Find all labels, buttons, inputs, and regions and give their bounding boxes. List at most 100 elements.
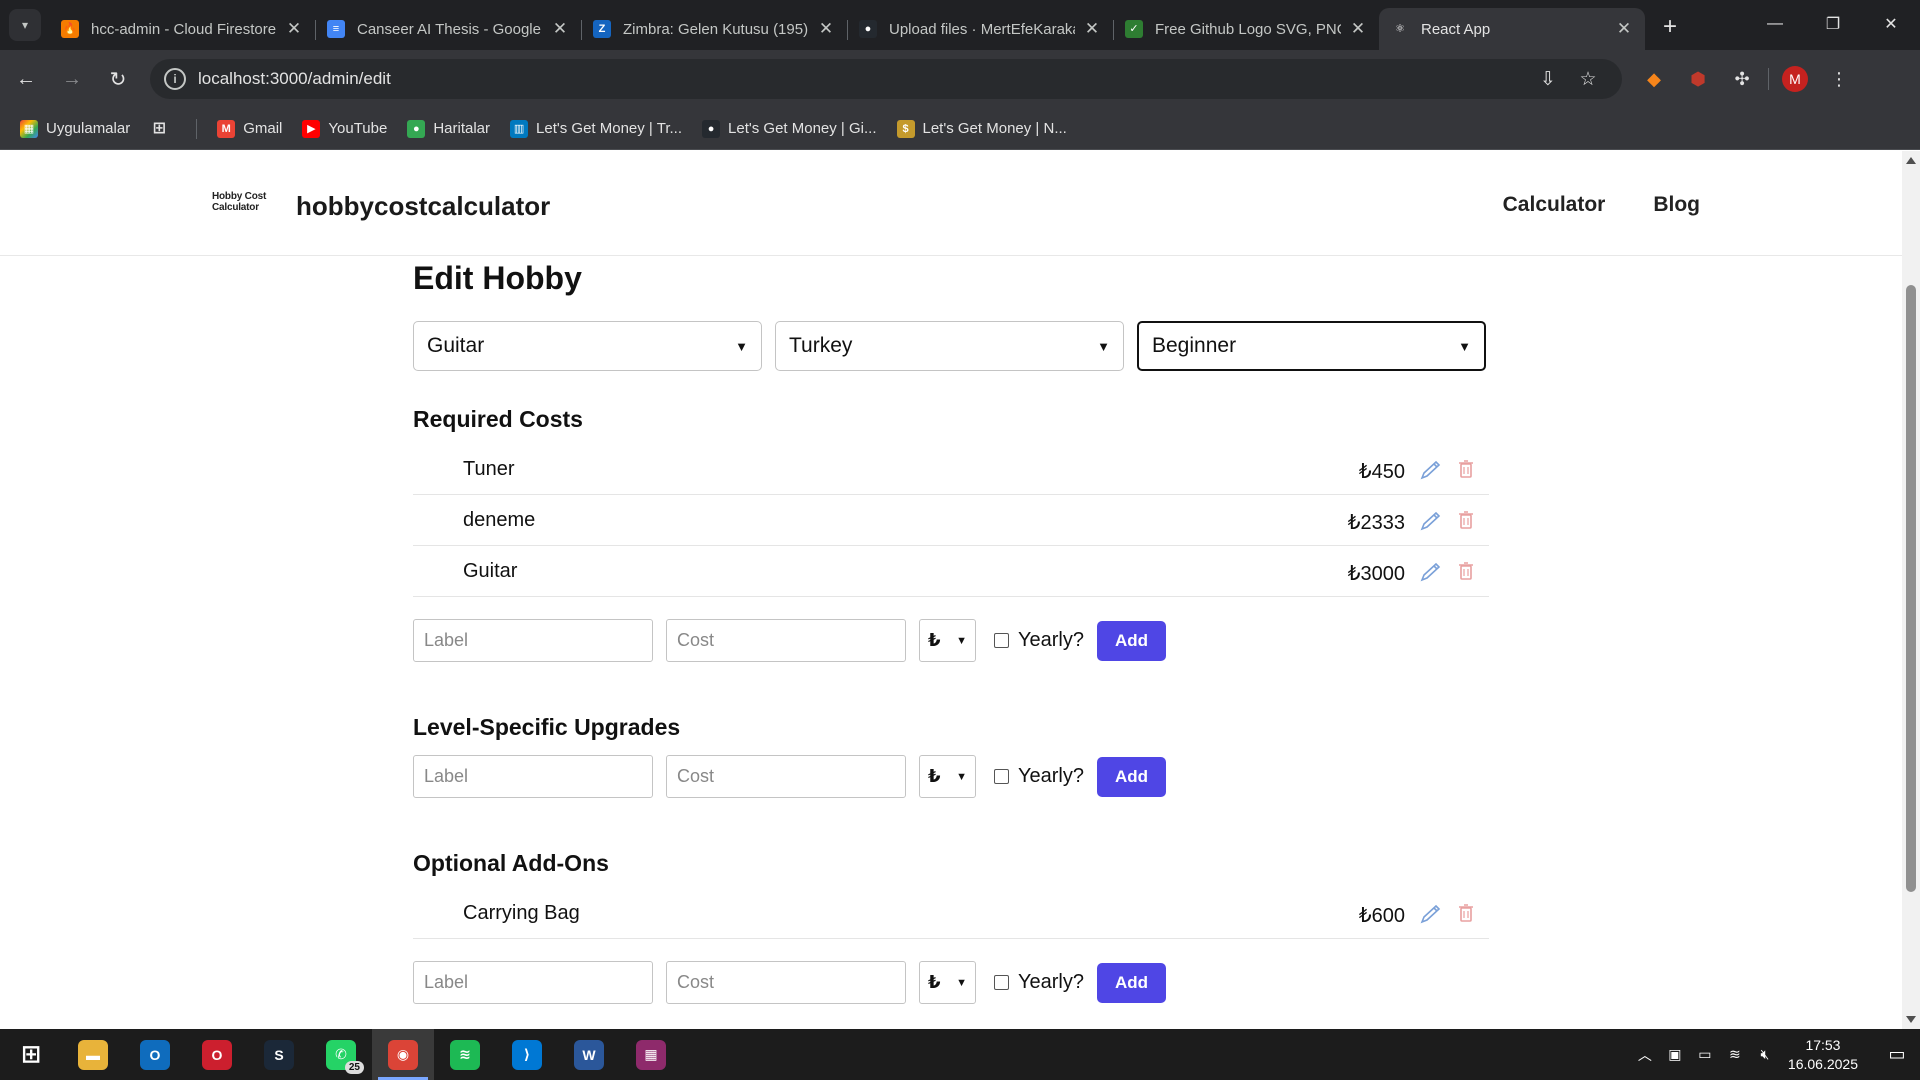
level-select[interactable]: Beginner ▼ — [1137, 321, 1486, 371]
chrome-menu-icon[interactable]: ⋮ — [1817, 59, 1861, 99]
yearly-checkbox[interactable] — [994, 975, 1009, 990]
cost-input[interactable] — [666, 619, 906, 662]
cost-input[interactable] — [666, 961, 906, 1004]
taskbar-app[interactable]: ✆ 25 — [310, 1029, 372, 1080]
address-text[interactable]: localhost:3000/admin/edit — [198, 69, 1528, 89]
edit-pencil-icon[interactable] — [1419, 561, 1443, 583]
yearly-checkbox[interactable] — [994, 633, 1009, 648]
delete-trash-icon[interactable] — [1457, 560, 1475, 582]
close-window-icon[interactable]: ✕ — [1862, 0, 1920, 48]
nav-blog[interactable]: Blog — [1653, 193, 1700, 217]
currency-select[interactable]: ₺ ▼ — [919, 619, 976, 662]
metamask-extension-icon[interactable]: ◆ — [1632, 59, 1676, 99]
close-tab-icon[interactable]: ✕ — [1349, 19, 1367, 39]
taskbar-app[interactable]: ▬ — [62, 1029, 124, 1080]
country-select[interactable]: Turkey ▼ — [775, 321, 1124, 371]
taskbar-app[interactable]: S — [248, 1029, 310, 1080]
close-tab-icon[interactable]: ✕ — [551, 19, 569, 39]
currency-select[interactable]: ₺ ▼ — [919, 961, 976, 1004]
money-bag-icon: $ — [896, 119, 915, 138]
tab-4[interactable]: ✓ Free Github Logo SVG, PNG ✕ — [1113, 8, 1379, 50]
tab-0[interactable]: 🔥 hcc-admin - Cloud Firestore ✕ — [49, 8, 315, 50]
tab-5[interactable]: ⚛ React App ✕ — [1379, 8, 1645, 50]
maximize-icon[interactable]: ❐ — [1804, 0, 1862, 48]
bookmark-item[interactable]: ▥ Let's Get Money | Tr... — [510, 119, 682, 138]
currency-select[interactable]: ₺ ▼ — [919, 755, 976, 798]
taskbar-app[interactable]: ◉ — [372, 1029, 434, 1080]
add-cost-button[interactable]: Add — [1096, 962, 1166, 1003]
back-icon[interactable]: ← — [6, 59, 46, 99]
currency-value: ₺ — [928, 766, 941, 786]
bookmark-item[interactable]: ▶ YouTube — [302, 119, 387, 138]
taskbar-apps: ⊞ ▬ O O S ✆ 25 ◉ ≋ ⟩ W ▦ — [0, 1029, 682, 1080]
site-info-icon[interactable]: i — [164, 68, 186, 90]
scroll-up-arrow-icon[interactable] — [1906, 157, 1916, 164]
add-cost-button[interactable]: Add — [1096, 620, 1166, 661]
taskbar-app[interactable]: ⟩ — [496, 1029, 558, 1080]
hobby-select[interactable]: Guitar ▼ — [413, 321, 762, 371]
site-logo[interactable]: Hobby Cost Calculator — [212, 191, 266, 213]
close-tab-icon[interactable]: ✕ — [1615, 19, 1633, 39]
bookmark-label: Let's Get Money | N... — [922, 120, 1067, 137]
tab-2[interactable]: Z Zimbra: Gelen Kutusu (195) ✕ — [581, 8, 847, 50]
taskbar-app[interactable]: ≋ — [434, 1029, 496, 1080]
bookmark-item[interactable]: ● Let's Get Money | Gi... — [702, 119, 877, 138]
bookmark-tab-groups[interactable]: ⊞ — [150, 120, 176, 138]
site-header: Hobby Cost Calculator hobbycostcalculato… — [0, 151, 1902, 256]
tray-overflow-icon[interactable]: ︿ — [1630, 1045, 1660, 1065]
bookmark-item[interactable]: $ Let's Get Money | N... — [896, 119, 1067, 138]
bookmark-apps[interactable]: ▦ Uygulamalar — [20, 119, 131, 138]
address-bar[interactable]: i localhost:3000/admin/edit ⇩ ☆ — [150, 59, 1622, 99]
edit-pencil-icon[interactable] — [1419, 459, 1443, 481]
yearly-label: Yearly? — [1018, 765, 1084, 787]
taskbar-app[interactable]: O — [186, 1029, 248, 1080]
edit-pencil-icon[interactable] — [1419, 510, 1443, 532]
bookmark-item[interactable]: M Gmail — [217, 119, 282, 138]
cost-input[interactable] — [666, 755, 906, 798]
extensions-puzzle-icon[interactable]: ✣ — [1720, 59, 1764, 99]
bookmark-label: Uygulamalar — [46, 120, 131, 137]
close-tab-icon[interactable]: ✕ — [285, 19, 303, 39]
add-cost-button[interactable]: Add — [1096, 756, 1166, 797]
minimize-icon[interactable]: — — [1746, 0, 1804, 48]
yearly-checkbox[interactable] — [994, 769, 1009, 784]
label-input[interactable] — [413, 755, 653, 798]
close-tab-icon[interactable]: ✕ — [817, 19, 835, 39]
taskbar-app[interactable]: ▦ — [620, 1029, 682, 1080]
delete-trash-icon[interactable] — [1457, 509, 1475, 531]
bookmark-item[interactable]: ● Haritalar — [407, 119, 490, 138]
taskbar-app[interactable]: W — [558, 1029, 620, 1080]
scroll-down-arrow-icon[interactable] — [1906, 1016, 1916, 1023]
taskbar-app[interactable]: O — [124, 1029, 186, 1080]
tab-search-button[interactable]: ▾ — [9, 9, 41, 41]
reload-icon[interactable]: ↻ — [98, 59, 138, 99]
install-app-icon[interactable]: ⇩ — [1528, 68, 1568, 91]
edit-pencil-icon[interactable] — [1419, 903, 1443, 925]
wifi-icon[interactable]: ≋ — [1720, 1046, 1750, 1063]
cost-item-row: Carrying Bag ₺600 — [413, 889, 1489, 939]
taskbar-clock[interactable]: 17:53 16.06.2025 — [1788, 1036, 1858, 1074]
chevron-down-icon: ▼ — [1458, 338, 1471, 354]
volume-muted-icon[interactable]: 🔇︎ — [1750, 1046, 1780, 1063]
ublock-extension-icon[interactable]: ⬢ — [1676, 59, 1720, 99]
notifications-icon[interactable]: ▭ — [1874, 1044, 1920, 1065]
site-brand[interactable]: hobbycostcalculator — [296, 191, 550, 222]
logo-line-1: Hobby Cost — [212, 191, 267, 202]
delete-trash-icon[interactable] — [1457, 902, 1475, 924]
scroll-thumb[interactable] — [1906, 285, 1916, 892]
profile-avatar-icon[interactable]: M — [1782, 66, 1808, 92]
taskbar-app[interactable]: ⊞ — [0, 1029, 62, 1080]
bookmark-star-icon[interactable]: ☆ — [1568, 68, 1608, 91]
tab-1[interactable]: ≡ Canseer AI Thesis - Google Docs ✕ — [315, 8, 581, 50]
delete-trash-icon[interactable] — [1457, 458, 1475, 480]
page-scrollbar[interactable] — [1902, 151, 1920, 1029]
close-tab-icon[interactable]: ✕ — [1083, 19, 1101, 39]
label-input[interactable] — [413, 619, 653, 662]
forward-icon[interactable]: → — [52, 59, 92, 99]
new-tab-button[interactable]: + — [1653, 10, 1687, 44]
tab-3[interactable]: ● Upload files · MertEfeKaraka ✕ — [847, 8, 1113, 50]
label-input[interactable] — [413, 961, 653, 1004]
nav-calculator[interactable]: Calculator — [1503, 193, 1606, 217]
meet-now-icon[interactable]: ▣ — [1660, 1046, 1690, 1063]
battery-icon[interactable]: ▭ — [1690, 1046, 1720, 1063]
